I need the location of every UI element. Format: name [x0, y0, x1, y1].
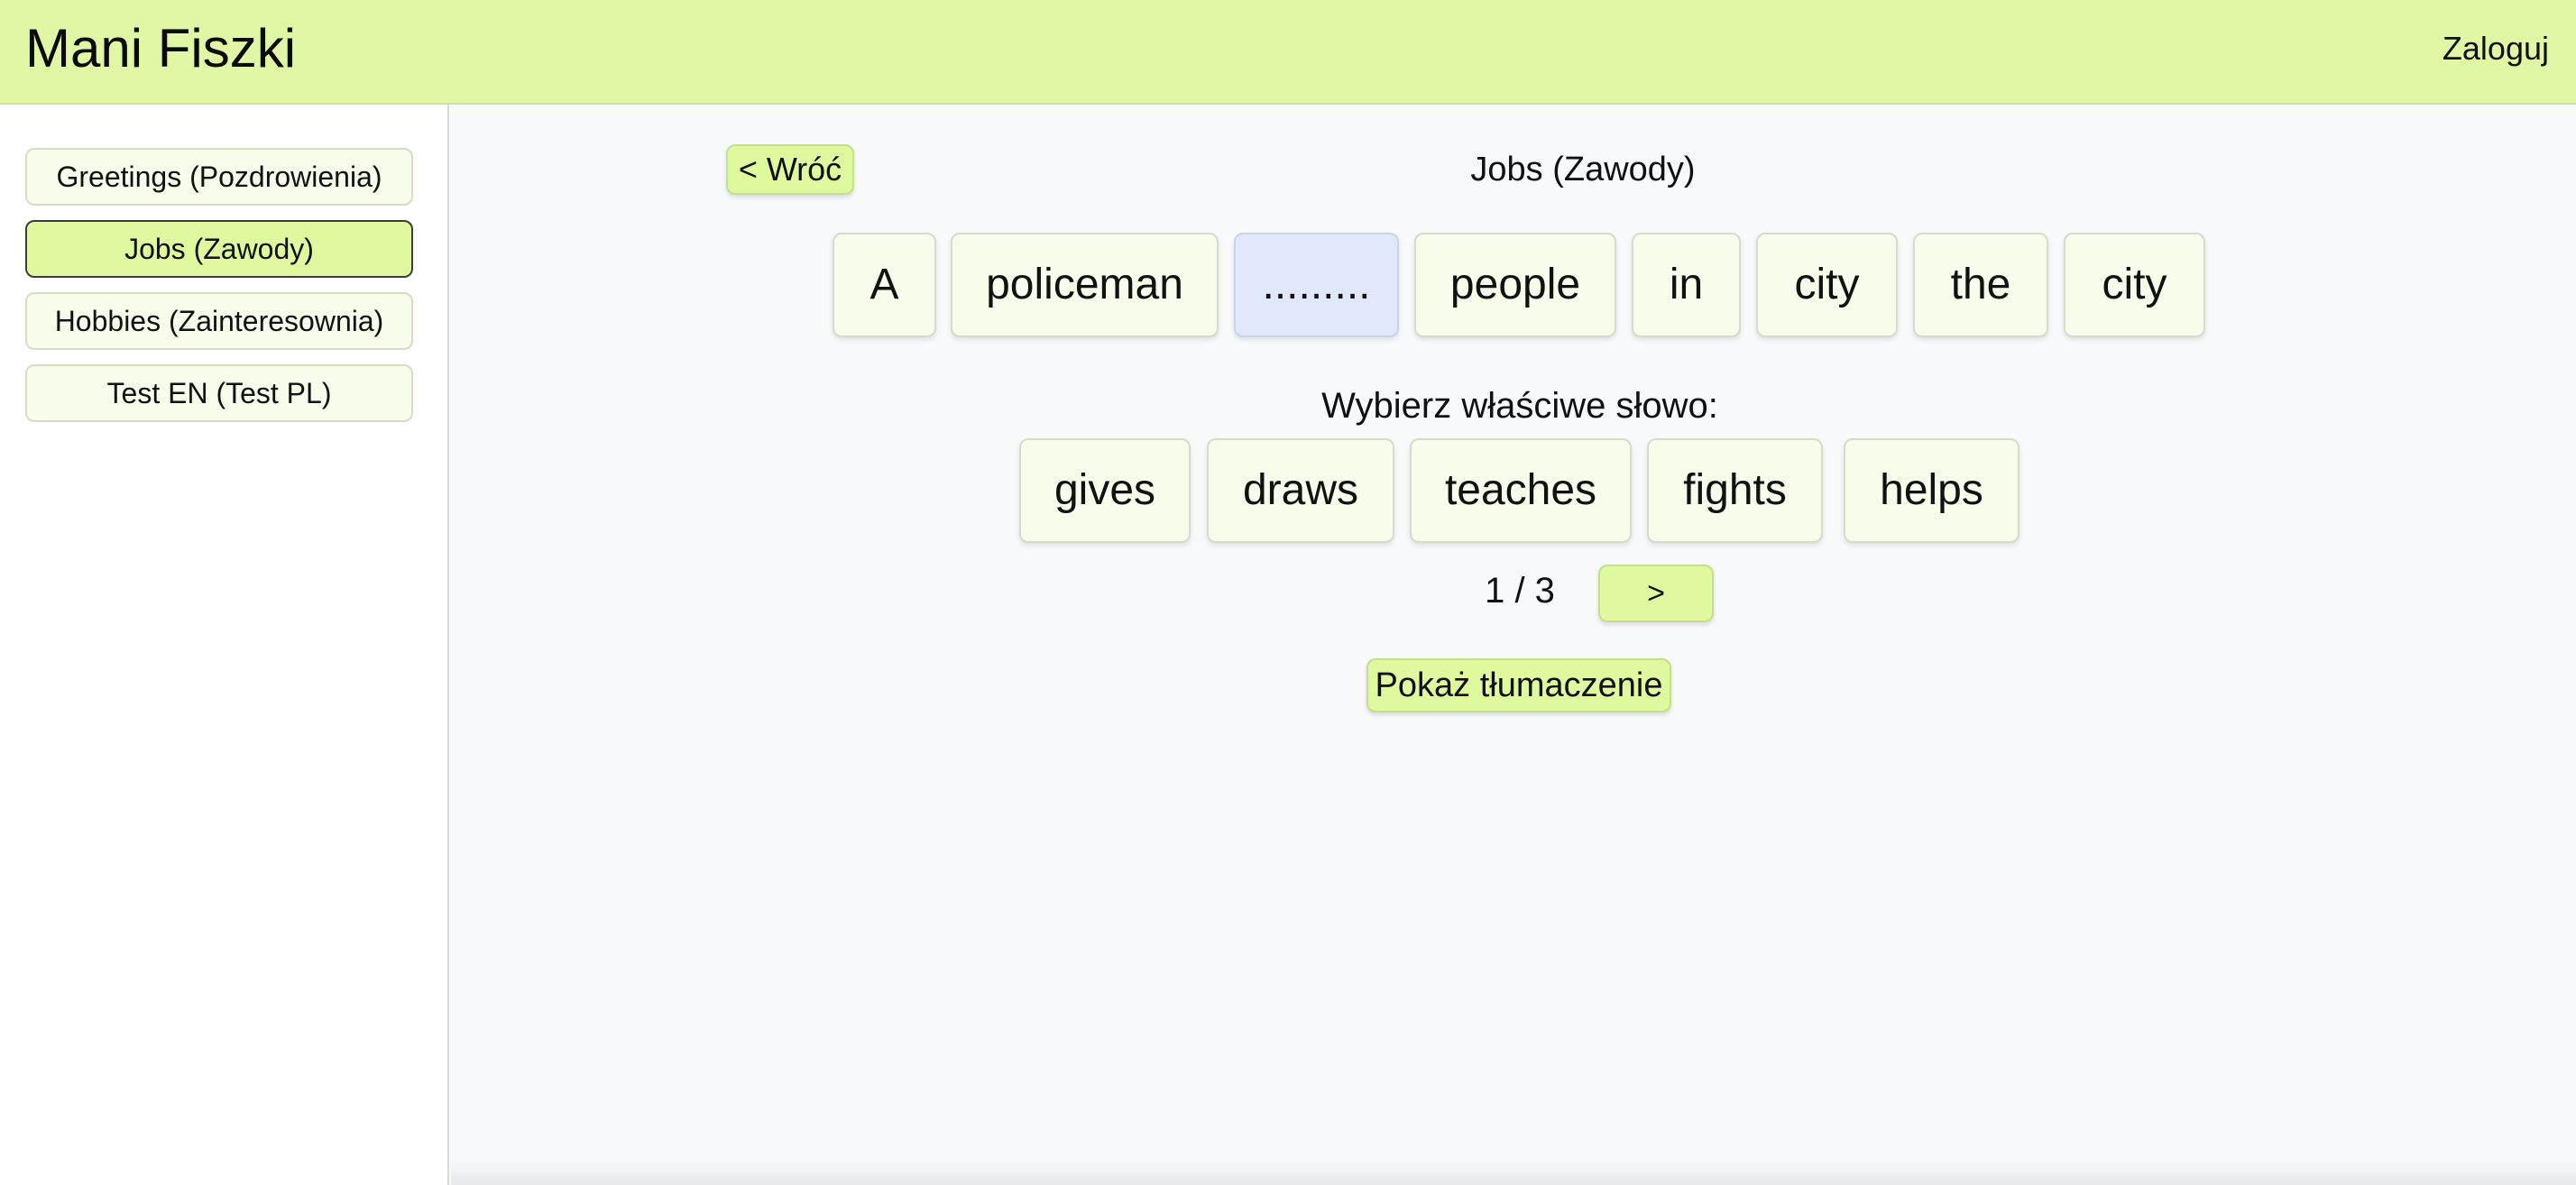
- sidebar-item-test[interactable]: Test EN (Test PL): [25, 364, 413, 422]
- progress-counter: 1 / 3: [1485, 571, 1555, 611]
- choice-gives[interactable]: gives: [1019, 438, 1191, 543]
- choice-teaches[interactable]: teaches: [1410, 438, 1632, 543]
- app-header: Mani Fiszki Zaloguj: [0, 0, 2576, 105]
- login-link[interactable]: Zaloguj: [2443, 27, 2549, 70]
- choice-prompt: Wybierz właściwe słowo:: [1321, 386, 1718, 426]
- show-translation-button[interactable]: Pokaż tłumaczenie: [1366, 658, 1671, 712]
- choice-fights[interactable]: fights: [1647, 438, 1823, 543]
- sentence-word: the: [1913, 233, 2048, 337]
- sidebar-item-hobbies[interactable]: Hobbies (Zainteresownia): [25, 292, 413, 350]
- sidebar: Greetings (Pozdrowienia) Jobs (Zawody) H…: [0, 105, 449, 1185]
- page-title: Jobs (Zawody): [1470, 151, 1696, 188]
- choice-helps[interactable]: helps: [1844, 438, 2019, 543]
- sentence-word: people: [1414, 233, 1616, 337]
- app-title: Mani Fiszki: [25, 18, 297, 78]
- choice-draws[interactable]: draws: [1207, 438, 1394, 543]
- sentence-blank: .........: [1234, 233, 1399, 337]
- sentence-word: city: [1756, 233, 1898, 337]
- sentence-word: in: [1632, 233, 1741, 337]
- bottom-shade: [451, 1158, 2576, 1185]
- back-button[interactable]: < Wróć: [726, 144, 854, 195]
- sidebar-item-greetings[interactable]: Greetings (Pozdrowienia): [25, 148, 413, 206]
- sidebar-item-jobs[interactable]: Jobs (Zawody): [25, 220, 413, 278]
- sentence-word: A: [833, 233, 936, 337]
- next-button[interactable]: >: [1598, 565, 1714, 622]
- sentence-word: city: [2064, 233, 2205, 337]
- sentence-word: policeman: [951, 233, 1219, 337]
